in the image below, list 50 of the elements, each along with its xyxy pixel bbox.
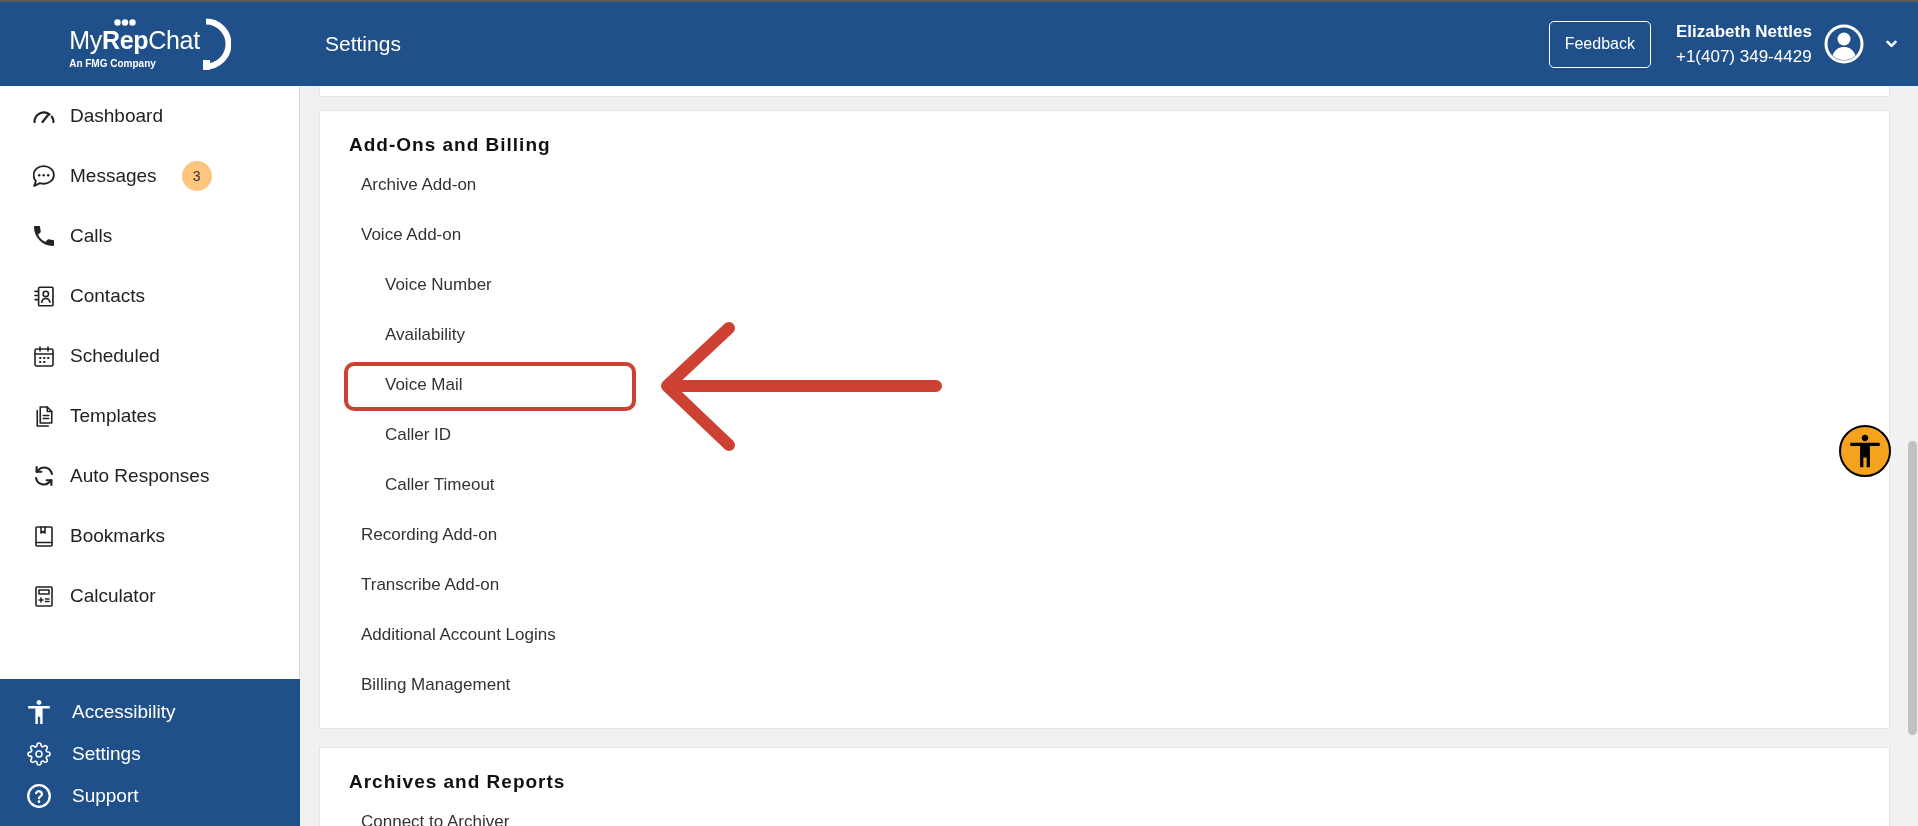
headset-arc-icon: [202, 18, 231, 70]
user-avatar-icon[interactable]: [1824, 24, 1864, 64]
nav-item[interactable]: Calculator: [33, 581, 156, 611]
settings-link[interactable]: Caller Timeout: [385, 472, 495, 498]
section-heading: Archives and Reports: [349, 770, 567, 794]
scrollbar-thumb[interactable]: [1908, 441, 1917, 735]
feedback-button[interactable]: Feedback: [1548, 20, 1651, 68]
nav-item[interactable]: Settings: [27, 739, 141, 769]
settings-link[interactable]: Additional Account Logins: [361, 622, 556, 648]
settings-link[interactable]: Voice Number: [385, 272, 492, 298]
three-dots-icon: [114, 18, 137, 26]
nav-item[interactable]: Messages: [33, 161, 157, 191]
settings-icon: [27, 742, 51, 766]
settings-link[interactable]: Billing Management: [361, 672, 511, 698]
accessibility-icon: [27, 700, 51, 724]
document-icon: [35, 405, 53, 427]
chevron-down-icon[interactable]: [1886, 40, 1897, 48]
page-title: Settings: [325, 31, 401, 58]
nav-item[interactable]: Bookmarks: [33, 521, 166, 551]
logo-tagline: An FMG Company: [69, 57, 157, 70]
calculator-icon: [35, 585, 53, 607]
user-phone: +1(407) 349-4429: [1675, 46, 1812, 67]
nav-item[interactable]: Support: [27, 781, 139, 811]
unread-count-badge: 3: [181, 161, 212, 191]
help-icon: [27, 784, 51, 808]
contact-book-icon: [34, 285, 54, 307]
section-heading: Add-Ons and Billing: [349, 133, 552, 157]
nav-item[interactable]: Contacts: [33, 281, 145, 311]
gauge-icon: [33, 109, 55, 123]
nav-item[interactable]: Scheduled: [33, 341, 160, 371]
nav-item[interactable]: Dashboard: [33, 101, 163, 131]
chat-bubble-icon: [33, 165, 55, 187]
settings-link[interactable]: Caller ID: [385, 422, 452, 448]
nav-item[interactable]: Templates: [33, 401, 157, 431]
nav-item[interactable]: Auto Responses: [33, 461, 210, 491]
nav-item[interactable]: Calls: [33, 221, 113, 251]
settings-link[interactable]: Archive Add-on: [361, 172, 477, 198]
logo-wordmark: MyRepChat: [69, 27, 200, 53]
settings-link[interactable]: Transcribe Add-on: [361, 572, 500, 598]
accessibility-icon: [1847, 433, 1883, 469]
settings-link[interactable]: Recording Add-on: [361, 522, 498, 548]
user-name: Elizabeth Nettles: [1675, 21, 1812, 42]
settings-link[interactable]: Voice Mail: [385, 372, 463, 398]
settings-link[interactable]: Voice Add-on: [361, 222, 462, 248]
refresh-icon: [35, 466, 53, 486]
book-icon: [35, 525, 53, 547]
nav-item[interactable]: Accessibility: [27, 697, 176, 727]
calendar-icon: [34, 345, 54, 367]
settings-link[interactable]: Availability: [385, 322, 465, 348]
phone-icon: [34, 226, 54, 246]
